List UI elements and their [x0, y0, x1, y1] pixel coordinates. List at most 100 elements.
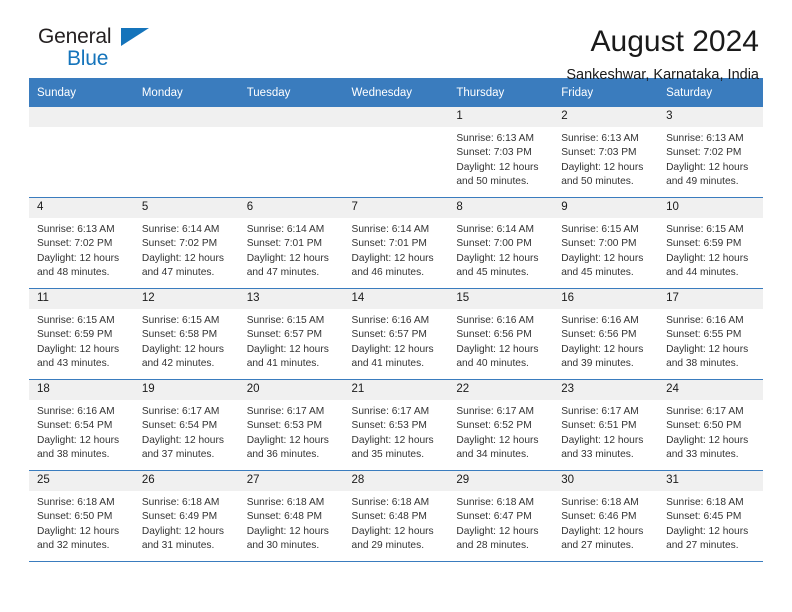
daylight-text-line1: Daylight: 12 hours: [141, 343, 224, 355]
sunset-text: Sunset: 6:48 PM: [351, 511, 427, 523]
daylight-text-line1: Daylight: 12 hours: [666, 525, 749, 537]
calendar-day-cell[interactable]: 5 Sunrise: 6:14 AM Sunset: 7:02 PM Daylight…: [133, 197, 239, 289]
daylight-text-line2: and 43 minutes.: [37, 358, 110, 370]
location-subtitle: Sankeshwar, Karnataka, India: [566, 66, 759, 83]
calendar-day-cell[interactable]: 15 Sunrise: 6:16 AM Sunset: 6:56 PM Dayligh…: [448, 288, 554, 380]
day-details: Sunrise: 6:15 AM Sunset: 6:59 PM Daylight:…: [658, 218, 763, 281]
calendar-day-cell[interactable]: 23 Sunrise: 6:17 AM Sunset: 6:51 PM Dayligh…: [553, 379, 659, 471]
day-details: Sunrise: 6:17 AM Sunset: 6:52 PM Daylight:…: [448, 400, 553, 463]
calendar-day-cell[interactable]: 20 Sunrise: 6:17 AM Sunset: 6:53 PM Dayligh…: [238, 379, 344, 471]
calendar-day-cell[interactable]: 3 Sunrise: 6:13 AM Sunset: 7:02 PM Daylight…: [658, 107, 763, 198]
sunrise-text: Sunrise: 6:15 AM: [561, 224, 639, 235]
calendar-day-cell[interactable]: 6 Sunrise: 6:14 AM Sunset: 7:01 PM Daylight…: [238, 197, 344, 289]
calendar-day-cell-empty: [29, 107, 134, 198]
daylight-text-line2: and 42 minutes.: [141, 358, 215, 370]
calendar-day-cell[interactable]: 16 Sunrise: 6:16 AM Sunset: 6:56 PM Dayligh…: [553, 288, 659, 380]
sunrise-text: Sunrise: 6:17 AM: [666, 406, 744, 417]
calendar-day-cell[interactable]: 21 Sunrise: 6:17 AM Sunset: 6:53 PM Dayligh…: [343, 379, 449, 471]
sunrise-text: Sunrise: 6:15 AM: [37, 315, 115, 326]
sunset-text: Sunset: 6:58 PM: [141, 329, 218, 341]
sunset-text: Sunset: 6:56 PM: [561, 329, 637, 341]
day-number: 6: [238, 198, 344, 218]
sunrise-text: Sunrise: 6:18 AM: [666, 497, 744, 508]
calendar-day-cell[interactable]: 8 Sunrise: 6:14 AM Sunset: 7:00 PM Daylight…: [448, 197, 554, 289]
weekday-header-sunday: Sunday: [29, 78, 134, 107]
day-number: 20: [238, 380, 344, 400]
calendar-day-cell[interactable]: 9 Sunrise: 6:15 AM Sunset: 7:00 PM Daylight…: [553, 197, 659, 289]
sunrise-text: Sunrise: 6:13 AM: [37, 224, 115, 235]
daylight-text-line2: and 34 minutes.: [456, 449, 529, 461]
sunrise-text: Sunrise: 6:16 AM: [37, 406, 115, 417]
daylight-text-line1: Daylight: 12 hours: [351, 343, 434, 355]
brand-name-blue: Blue: [67, 47, 109, 70]
calendar-day-cell[interactable]: 29 Sunrise: 6:18 AM Sunset: 6:47 PM Dayligh…: [448, 470, 554, 561]
day-number: [238, 107, 344, 127]
daylight-text-line1: Daylight: 12 hours: [246, 343, 329, 355]
daylight-text-line2: and 35 minutes.: [351, 449, 425, 461]
calendar-day-cell[interactable]: 28 Sunrise: 6:18 AM Sunset: 6:48 PM Dayligh…: [343, 470, 449, 561]
sunset-text: Sunset: 6:48 PM: [246, 511, 323, 523]
calendar-day-cell[interactable]: 11 Sunrise: 6:15 AM Sunset: 6:59 PM Dayligh…: [29, 288, 134, 380]
sunset-text: Sunset: 6:47 PM: [456, 511, 532, 523]
daylight-text-line2: and 40 minutes.: [456, 358, 529, 370]
day-details: Sunrise: 6:17 AM Sunset: 6:51 PM Daylight:…: [553, 400, 658, 463]
calendar-day-cell[interactable]: 2 Sunrise: 6:13 AM Sunset: 7:03 PM Daylight…: [553, 107, 659, 198]
sunrise-text: Sunrise: 6:15 AM: [246, 315, 325, 326]
daylight-text-line1: Daylight: 12 hours: [37, 525, 120, 537]
day-number: 31: [658, 471, 763, 491]
day-details: Sunrise: 6:15 AM Sunset: 6:57 PM Daylight:…: [239, 309, 344, 372]
calendar-day-cell-empty: [238, 107, 344, 198]
page-title: August 2024: [590, 25, 759, 58]
daylight-text-line1: Daylight: 12 hours: [561, 161, 644, 173]
calendar-day-cell[interactable]: 25 Sunrise: 6:18 AM Sunset: 6:50 PM Dayligh…: [29, 470, 134, 561]
calendar-day-cell[interactable]: 4 Sunrise: 6:13 AM Sunset: 7:02 PM Daylight…: [29, 197, 134, 289]
calendar-day-cell[interactable]: 26 Sunrise: 6:18 AM Sunset: 6:49 PM Dayligh…: [133, 470, 239, 561]
sunset-text: Sunset: 6:49 PM: [141, 511, 218, 523]
day-details: Sunrise: 6:16 AM Sunset: 6:54 PM Daylight:…: [29, 400, 134, 463]
day-number: [133, 107, 239, 127]
calendar-day-cell[interactable]: 22 Sunrise: 6:17 AM Sunset: 6:52 PM Dayligh…: [448, 379, 554, 471]
calendar-day-cell[interactable]: 27 Sunrise: 6:18 AM Sunset: 6:48 PM Dayligh…: [238, 470, 344, 561]
day-details: Sunrise: 6:16 AM Sunset: 6:56 PM Daylight:…: [553, 309, 658, 372]
calendar-day-cell[interactable]: 13 Sunrise: 6:15 AM Sunset: 6:57 PM Dayligh…: [238, 288, 344, 380]
sunset-text: Sunset: 6:53 PM: [351, 420, 427, 432]
calendar-day-cell[interactable]: 24 Sunrise: 6:17 AM Sunset: 6:50 PM Dayligh…: [658, 379, 763, 471]
calendar-day-cell[interactable]: 31 Sunrise: 6:18 AM Sunset: 6:45 PM Dayligh…: [658, 470, 763, 561]
calendar-day-cell[interactable]: 17 Sunrise: 6:16 AM Sunset: 6:55 PM Dayligh…: [658, 288, 763, 380]
calendar-day-cell[interactable]: 30 Sunrise: 6:18 AM Sunset: 6:46 PM Dayligh…: [553, 470, 659, 561]
sunset-text: Sunset: 6:51 PM: [561, 420, 637, 432]
daylight-text-line2: and 27 minutes.: [561, 540, 634, 552]
day-number: 11: [29, 289, 134, 309]
calendar-day-cell[interactable]: 14 Sunrise: 6:16 AM Sunset: 6:57 PM Dayligh…: [343, 288, 449, 380]
calendar-day-cell[interactable]: 18 Sunrise: 6:16 AM Sunset: 6:54 PM Dayligh…: [29, 379, 134, 471]
daylight-text-line1: Daylight: 12 hours: [141, 252, 224, 264]
day-number: 15: [448, 289, 554, 309]
calendar-day-cell[interactable]: 7 Sunrise: 6:14 AM Sunset: 7:01 PM Daylight…: [343, 197, 449, 289]
sunrise-text: Sunrise: 6:16 AM: [666, 315, 744, 326]
sunset-text: Sunset: 6:59 PM: [37, 329, 113, 341]
daylight-text-line1: Daylight: 12 hours: [456, 434, 539, 446]
daylight-text-line2: and 28 minutes.: [456, 540, 529, 552]
calendar-day-cell[interactable]: 1 Sunrise: 6:13 AM Sunset: 7:03 PM Daylight…: [448, 107, 554, 198]
calendar-day-cell[interactable]: 19 Sunrise: 6:17 AM Sunset: 6:54 PM Dayligh…: [133, 379, 239, 471]
sunset-text: Sunset: 6:59 PM: [666, 238, 742, 250]
daylight-text-line1: Daylight: 12 hours: [246, 434, 329, 446]
day-details: Sunrise: 6:18 AM Sunset: 6:46 PM Daylight:…: [553, 491, 658, 554]
day-details: Sunrise: 6:16 AM Sunset: 6:56 PM Daylight:…: [448, 309, 553, 372]
day-details: Sunrise: 6:13 AM Sunset: 7:02 PM Daylight:…: [658, 127, 763, 190]
day-details: Sunrise: 6:14 AM Sunset: 7:02 PM Daylight:…: [134, 218, 239, 281]
day-details: Sunrise: 6:18 AM Sunset: 6:45 PM Daylight:…: [658, 491, 763, 554]
daylight-text-line1: Daylight: 12 hours: [246, 252, 329, 264]
daylight-text-line1: Daylight: 12 hours: [561, 434, 644, 446]
sunset-text: Sunset: 7:00 PM: [456, 238, 532, 250]
calendar-day-cell[interactable]: 10 Sunrise: 6:15 AM Sunset: 6:59 PM Dayligh…: [658, 197, 763, 289]
sunrise-text: Sunrise: 6:13 AM: [561, 133, 639, 144]
sunrise-text: Sunrise: 6:16 AM: [351, 315, 430, 326]
calendar-page: General Blue August 2024 Sankeshwar, Kar…: [0, 0, 792, 612]
calendar-week-row: 25 Sunrise: 6:18 AM Sunset: 6:50 PM Dayligh…: [29, 470, 763, 561]
sunset-text: Sunset: 6:50 PM: [666, 420, 742, 432]
brand-logo[interactable]: General Blue: [29, 26, 159, 76]
calendar-day-cell[interactable]: 12 Sunrise: 6:15 AM Sunset: 6:58 PM Dayligh…: [133, 288, 239, 380]
weekday-header-thursday: Thursday: [448, 78, 554, 107]
day-number: 27: [238, 471, 344, 491]
